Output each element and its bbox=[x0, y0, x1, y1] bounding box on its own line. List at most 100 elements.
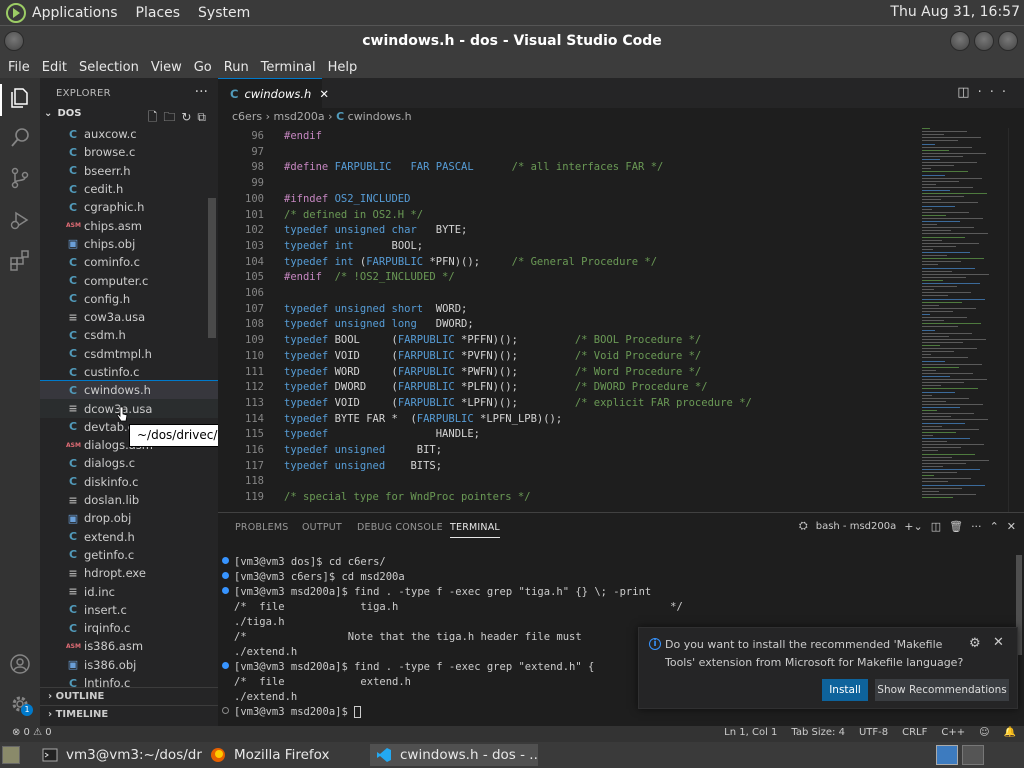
explorer-more-button[interactable]: ··· bbox=[195, 84, 208, 100]
places-menu[interactable]: Places bbox=[136, 5, 181, 21]
code-line[interactable]: 105 #endif /* !OS2_INCLUDED */ bbox=[218, 269, 918, 285]
file-tree-item[interactable]: Cbseerr.h bbox=[40, 162, 218, 180]
run-debug-icon[interactable] bbox=[8, 208, 32, 232]
files-icon[interactable] bbox=[8, 86, 32, 110]
code-line[interactable]: 111 typedef WORD (FARPUBLIC *PWFN)(); /* … bbox=[218, 364, 918, 380]
collapse-all-icon[interactable]: ⧉ bbox=[197, 110, 212, 124]
file-tree-item[interactable]: ≡ doslan.lib bbox=[40, 491, 218, 509]
more-actions-icon[interactable]: ··· bbox=[971, 520, 982, 533]
code-line[interactable]: 116 typedef unsigned BIT; bbox=[218, 442, 918, 458]
tab-size[interactable]: Tab Size: 4 bbox=[791, 727, 845, 738]
close-icon[interactable]: ✕ bbox=[993, 635, 1004, 650]
cursor-position[interactable]: Ln 1, Col 1 bbox=[724, 727, 777, 738]
file-tree-item[interactable]: Ccwindows.h bbox=[40, 380, 218, 401]
file-tree-item[interactable]: ≡ dcow3a.usa bbox=[40, 399, 218, 418]
taskbar-firefox[interactable]: Mozilla Firefox bbox=[204, 744, 368, 766]
file-tree-item[interactable]: Cinsert.c bbox=[40, 601, 218, 619]
minimize-button[interactable] bbox=[950, 31, 970, 51]
file-tree-item[interactable]: Cdialogs.c bbox=[40, 454, 218, 472]
close-window-button[interactable] bbox=[998, 31, 1018, 51]
timeline-section[interactable]: › TIMELINE bbox=[40, 705, 218, 723]
breadcrumb-msd200a[interactable]: msd200a bbox=[273, 110, 324, 123]
feedback-icon[interactable]: ☺ bbox=[979, 727, 989, 738]
code-editor[interactable]: 96 #endif 97 98 #define FARPUBLIC FAR PASCAL… bbox=[218, 128, 918, 512]
file-tree-item[interactable]: Ccsdm.h bbox=[40, 326, 218, 344]
file-tree-item[interactable]: ASM is386.asm bbox=[40, 637, 218, 655]
account-icon[interactable] bbox=[8, 652, 32, 676]
language-mode[interactable]: C++ bbox=[941, 727, 965, 738]
command-decoration-icon[interactable] bbox=[222, 572, 229, 579]
code-line[interactable]: 118 bbox=[218, 473, 918, 489]
code-line[interactable]: 103 typedef int BOOL; bbox=[218, 238, 918, 254]
file-tree-item[interactable]: Cbrowse.c bbox=[40, 143, 218, 161]
system-menu[interactable]: System bbox=[198, 5, 250, 21]
code-line[interactable]: 115 typedef HANDLE; bbox=[218, 426, 918, 442]
menu-file[interactable]: File bbox=[2, 60, 36, 75]
command-decoration-icon[interactable] bbox=[222, 587, 229, 594]
taskbar-terminal[interactable]: vm3@vm3:~/dos/dr... bbox=[36, 744, 202, 766]
file-tree-item[interactable]: ▣ is386.obj bbox=[40, 656, 218, 674]
file-tree-item[interactable]: Cirqinfo.c bbox=[40, 619, 218, 637]
file-tree-item[interactable]: ≡ cow3a.usa bbox=[40, 308, 218, 326]
code-line[interactable]: 108 typedef unsigned long DWORD; bbox=[218, 316, 918, 332]
menu-terminal[interactable]: Terminal bbox=[255, 60, 322, 75]
file-tree-item[interactable]: Cgetinfo.c bbox=[40, 546, 218, 564]
terminal-name[interactable]: bash - msd200a bbox=[816, 521, 897, 532]
more-actions-icon[interactable]: ··· bbox=[978, 85, 1014, 100]
minimap[interactable] bbox=[918, 124, 1008, 512]
command-decoration-icon[interactable] bbox=[222, 662, 229, 669]
tab-problems[interactable]: PROBLEMS bbox=[235, 522, 288, 533]
code-line[interactable]: 104 typedef int (FARPUBLIC *PFN)(); /* Ge… bbox=[218, 254, 918, 270]
code-line[interactable]: 96 #endif bbox=[218, 128, 918, 144]
problems-status[interactable]: ⊗ 0 ⚠ 0 bbox=[12, 727, 52, 738]
file-tree-item[interactable]: Ccomputer.c bbox=[40, 271, 218, 289]
file-tree-item[interactable]: Ccustinfo.c bbox=[40, 363, 218, 381]
refresh-icon[interactable]: ↻ bbox=[181, 110, 197, 124]
source-control-icon[interactable] bbox=[8, 166, 32, 190]
outline-section[interactable]: › OUTLINE bbox=[40, 687, 218, 705]
breadcrumb-cwindows[interactable]: cwindows.h bbox=[348, 110, 412, 123]
code-line[interactable]: 98 #define FARPUBLIC FAR PASCAL /* all in… bbox=[218, 159, 918, 175]
split-terminal-icon[interactable]: ◫ bbox=[931, 520, 941, 533]
menu-help[interactable]: Help bbox=[322, 60, 364, 75]
command-decoration-icon[interactable] bbox=[222, 707, 229, 714]
code-line[interactable]: 107 typedef unsigned short WORD; bbox=[218, 301, 918, 317]
tab-terminal[interactable]: TERMINAL bbox=[450, 522, 500, 538]
code-line[interactable]: 97 bbox=[218, 144, 918, 160]
close-panel-icon[interactable]: ✕ bbox=[1007, 520, 1016, 533]
code-line[interactable]: 114 typedef BYTE FAR * (FARPUBLIC *LPFN_L… bbox=[218, 411, 918, 427]
breadcrumb-c6ers[interactable]: c6ers bbox=[232, 110, 262, 123]
extensions-icon[interactable] bbox=[8, 248, 32, 272]
install-button[interactable]: Install bbox=[822, 679, 868, 701]
file-tree-item[interactable]: Cextend.h bbox=[40, 528, 218, 546]
code-line[interactable]: 117 typedef unsigned BITS; bbox=[218, 458, 918, 474]
show-recommendations-button[interactable]: Show Recommendations bbox=[875, 679, 1009, 701]
notifications-bell-icon[interactable]: 🔔 bbox=[1004, 727, 1016, 738]
menu-go[interactable]: Go bbox=[188, 60, 218, 75]
code-line[interactable]: 112 typedef DWORD (FARPUBLIC *PLFN)(); /*… bbox=[218, 379, 918, 395]
file-tree-item[interactable]: Ccominfo.c bbox=[40, 253, 218, 271]
code-line[interactable]: 113 typedef VOID (FARPUBLIC *LPFN)(); /* … bbox=[218, 395, 918, 411]
window-titlebar[interactable]: cwindows.h - dos - Visual Studio Code bbox=[0, 25, 1024, 56]
maximize-button[interactable] bbox=[974, 31, 994, 51]
menu-view[interactable]: View bbox=[145, 60, 188, 75]
encoding[interactable]: UTF-8 bbox=[859, 727, 888, 738]
kill-terminal-icon[interactable]: 🗑 bbox=[949, 520, 963, 533]
file-tree-item[interactable]: ≡ id.inc bbox=[40, 582, 218, 600]
show-desktop-icon[interactable] bbox=[2, 746, 20, 764]
code-line[interactable]: 100 #ifndef OS2_INCLUDED bbox=[218, 191, 918, 207]
new-file-icon[interactable]: 🗋 bbox=[148, 110, 164, 124]
file-tree-item[interactable]: Cdiskinfo.c bbox=[40, 473, 218, 491]
file-tree-item[interactable]: ▣ drop.obj bbox=[40, 509, 218, 527]
menu-selection[interactable]: Selection bbox=[73, 60, 145, 75]
tab-debug-console[interactable]: DEBUG CONSOLE bbox=[357, 522, 443, 533]
maximize-panel-icon[interactable]: ⌃ bbox=[990, 520, 999, 533]
code-line[interactable]: 102 typedef unsigned char BYTE; bbox=[218, 222, 918, 238]
search-icon[interactable] bbox=[8, 126, 32, 150]
code-line[interactable]: 99 bbox=[218, 175, 918, 191]
tab-output[interactable]: OUTPUT bbox=[302, 522, 342, 533]
file-tree-item[interactable]: Ccsdmtmpl.h bbox=[40, 345, 218, 363]
clock[interactable]: Thu Aug 31, 16:57 bbox=[890, 4, 1020, 20]
tab-cwindows-h[interactable]: C cwindows.h ✕ bbox=[218, 78, 329, 108]
close-icon[interactable]: ✕ bbox=[319, 87, 329, 101]
